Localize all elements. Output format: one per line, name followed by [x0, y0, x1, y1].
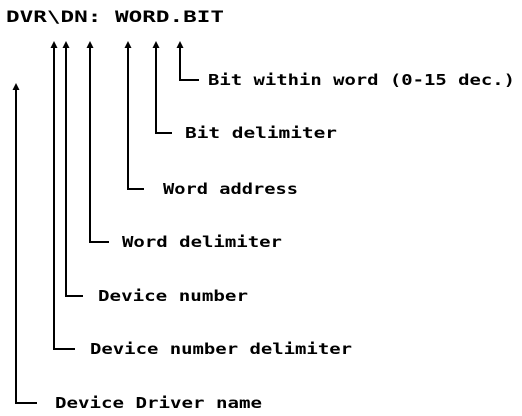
label-device-number-delimiter: Device number delimiter — [90, 340, 352, 358]
leader-device-number — [62, 41, 83, 297]
address-format-diagram: DVR\DN: WORD.BIT Bit within word (0-15 d… — [6, 7, 515, 412]
address-format-header: DVR\DN: WORD.BIT — [6, 7, 224, 26]
leader-word-address — [124, 41, 144, 190]
label-bit-delimiter: Bit delimiter — [185, 124, 337, 142]
label-word-delimiter: Word delimiter — [122, 233, 282, 251]
label-device-driver-name: Device Driver name — [55, 394, 262, 412]
label-device-number: Device number — [98, 287, 248, 305]
leader-device-number-delimiter — [50, 41, 75, 350]
leader-bit-delimiter — [152, 41, 172, 134]
leader-word-delimiter — [86, 41, 109, 243]
leader-bit-within-word — [176, 41, 199, 81]
label-word-address: Word address — [163, 180, 298, 198]
leader-device-driver-name — [12, 83, 37, 404]
label-bit-within-word: Bit within word (0-15 dec.) — [208, 71, 515, 89]
